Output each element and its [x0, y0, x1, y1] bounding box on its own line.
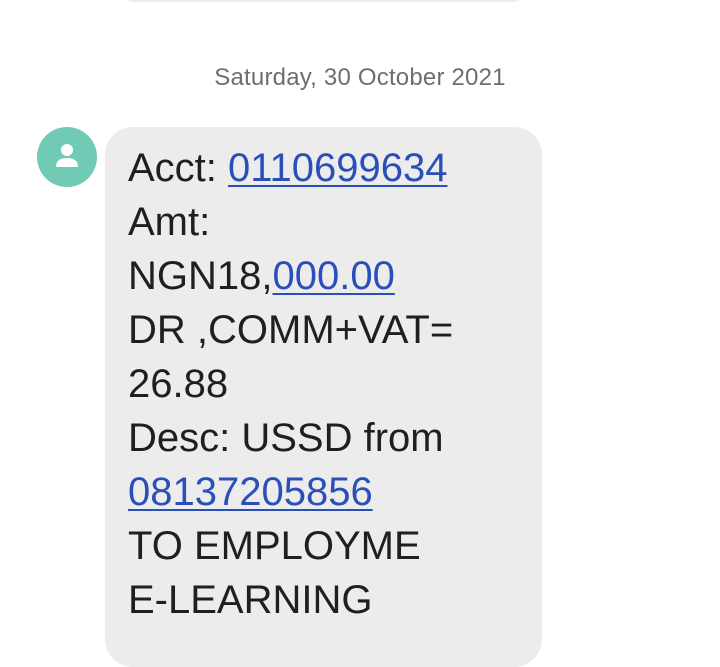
person-icon — [56, 144, 78, 167]
message-bubble[interactable]: Acct: 0110699634 Amt: NGN18,000.00 DR ,C… — [105, 127, 542, 667]
amt-label: Amt: — [128, 200, 211, 244]
sender-avatar[interactable] — [37, 127, 97, 187]
acct-number-link[interactable]: 0110699634 — [228, 146, 448, 190]
acct-label: Acct: — [128, 146, 229, 190]
previous-message-bubble[interactable] — [118, 0, 528, 2]
dr-line: DR ,COMM+VAT= — [128, 308, 454, 352]
acct-line: Acct: 0110699634 — [128, 141, 522, 195]
phone-line: 08137205856 — [128, 465, 522, 519]
learning-line: E-LEARNING — [128, 578, 373, 622]
amount-line: NGN18,000.00 — [128, 249, 522, 303]
message-text: Acct: 0110699634 Amt: NGN18,000.00 DR ,C… — [128, 141, 522, 627]
date-separator: Saturday, 30 October 2021 — [214, 64, 506, 91]
phone-link[interactable]: 08137205856 — [128, 470, 373, 514]
fee-line: 26.88 — [128, 362, 229, 406]
amount-prefix: NGN18, — [128, 254, 273, 298]
desc-line: Desc: USSD from — [128, 416, 444, 460]
to-line: TO EMPLOYME — [128, 524, 421, 568]
amount-link[interactable]: 000.00 — [273, 254, 395, 298]
